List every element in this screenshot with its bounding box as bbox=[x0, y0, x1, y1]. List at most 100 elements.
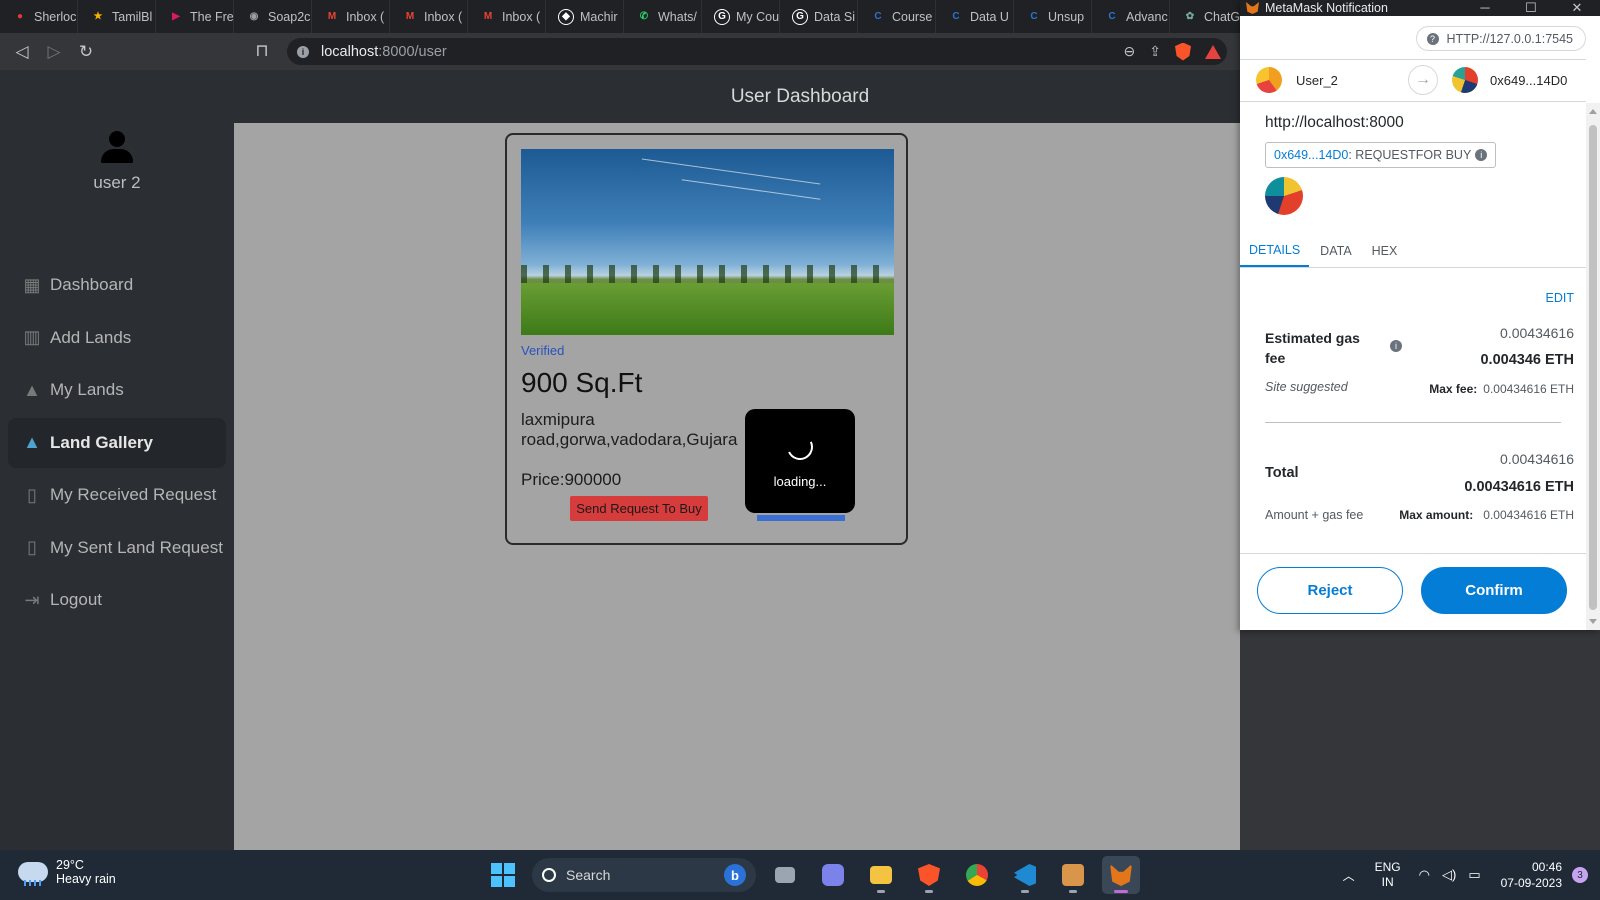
browser-tab[interactable]: ✿ ChatGP bbox=[1170, 0, 1240, 33]
scroll-up-icon[interactable] bbox=[1589, 109, 1597, 114]
tab-details[interactable]: DETAILS bbox=[1240, 234, 1310, 267]
browser-tab[interactable]: C Unsup bbox=[1014, 0, 1092, 33]
browser-tab[interactable]: G Data Si bbox=[780, 0, 858, 33]
info-icon[interactable]: i bbox=[1475, 149, 1488, 161]
scroll-down-icon[interactable] bbox=[1589, 619, 1597, 624]
package-app-icon[interactable] bbox=[1054, 856, 1092, 894]
browser-tab[interactable]: ◉ Soap2c bbox=[234, 0, 312, 33]
share-icon[interactable]: ⇪ bbox=[1149, 43, 1161, 60]
language-indicator[interactable]: ENG IN bbox=[1375, 860, 1401, 890]
receipt-icon: ▯ bbox=[27, 537, 37, 557]
back-icon[interactable]: ◁ bbox=[6, 36, 38, 68]
browser-tab-label: The Fre bbox=[190, 9, 233, 24]
browser-tab[interactable]: C Course bbox=[858, 0, 936, 33]
scrollbar-thumb[interactable] bbox=[1589, 125, 1597, 610]
browser-tab[interactable]: ▶ The Fre bbox=[156, 0, 234, 33]
volume-icon[interactable]: ◁) bbox=[1442, 867, 1456, 883]
avatar bbox=[1256, 67, 1282, 93]
browser-tab[interactable]: C Data U bbox=[936, 0, 1014, 33]
reject-button[interactable]: Reject bbox=[1257, 567, 1403, 614]
browser-tab[interactable]: ✆ Whats/ bbox=[624, 0, 702, 33]
sidebar: user 2 ▦ Dashboard ▥ Add Lands ▲ My Lands ▲ Lan… bbox=[0, 123, 234, 850]
battery-icon[interactable]: ▭ bbox=[1468, 867, 1480, 883]
browser-tab-label: Inbox ( bbox=[346, 9, 385, 24]
scrollbar[interactable] bbox=[1586, 103, 1600, 630]
brave-rewards-icon[interactable] bbox=[1205, 44, 1221, 59]
notification-badge[interactable]: 3 bbox=[1572, 867, 1588, 883]
favicon-icon: ▶ bbox=[172, 11, 180, 22]
reload-icon[interactable]: ↻ bbox=[70, 36, 102, 68]
confirm-button[interactable]: Confirm bbox=[1421, 567, 1567, 614]
arrow-right-icon: → bbox=[1408, 65, 1438, 95]
region-code: IN bbox=[1381, 875, 1394, 889]
windows-start-icon[interactable] bbox=[484, 856, 522, 894]
sidebar-item-my-lands[interactable]: ▲ My Lands bbox=[8, 365, 226, 415]
send-request-button[interactable]: Send Request To Buy bbox=[570, 496, 708, 521]
origin-url: http://localhost:8000 bbox=[1265, 114, 1404, 131]
tray-icons[interactable]: ◠ ◁) ▭ bbox=[1419, 867, 1481, 883]
browser-tab-label: Data Si bbox=[814, 9, 855, 24]
sidebar-item-my-received-request[interactable]: ▯ My Received Request bbox=[8, 470, 226, 520]
language-code: ENG bbox=[1374, 860, 1401, 874]
sidebar-item-logout[interactable]: ⇥ Logout bbox=[8, 575, 226, 625]
sidebar-item-my-sent-land-request[interactable]: ▯ My Sent Land Request bbox=[8, 523, 226, 573]
browser-tab[interactable]: M Inbox ( bbox=[312, 0, 390, 33]
sidebar-item-label: My Sent Land Request bbox=[50, 537, 223, 557]
browser-tab[interactable]: M Inbox ( bbox=[468, 0, 546, 33]
teams-chat-icon[interactable] bbox=[814, 856, 852, 894]
sidebar-menu: ▦ Dashboard ▥ Add Lands ▲ My Lands ▲ Land Galle… bbox=[8, 260, 226, 628]
browser-tab[interactable]: ★ TamilBl bbox=[78, 0, 156, 33]
tab-hex[interactable]: HEX bbox=[1363, 234, 1407, 267]
bing-icon[interactable]: b bbox=[724, 864, 746, 886]
favicon-icon: ◆ bbox=[558, 8, 574, 25]
contract-address-link[interactable]: 0x649...14D0 bbox=[1274, 148, 1348, 162]
max-amount: Max amount: 0.00434616 ETH bbox=[1399, 508, 1574, 522]
chevron-up-icon[interactable]: ︿ bbox=[1343, 867, 1355, 884]
forward-icon[interactable]: ▷ bbox=[38, 36, 70, 68]
brave-browser-icon[interactable] bbox=[910, 856, 948, 894]
site-info-icon[interactable]: i bbox=[297, 45, 309, 58]
metamask-app-icon[interactable] bbox=[1102, 856, 1140, 894]
close-icon[interactable]: ✕ bbox=[1554, 0, 1600, 16]
weather-widget[interactable]: 29°C Heavy rain bbox=[18, 858, 116, 886]
loading-overlay: loading... bbox=[745, 409, 855, 513]
edit-link[interactable]: EDIT bbox=[1546, 291, 1574, 305]
taskbar-search[interactable]: Search b bbox=[532, 858, 756, 892]
favicon-icon: ✆ bbox=[639, 11, 649, 22]
sidebar-item-add-lands[interactable]: ▥ Add Lands bbox=[8, 313, 226, 363]
favicon-icon: ● bbox=[16, 11, 24, 22]
avatar bbox=[1452, 67, 1478, 93]
network-selector[interactable]: ? HTTP://127.0.0.1:7545 bbox=[1415, 26, 1586, 51]
browser-tab-label: Unsup bbox=[1048, 9, 1085, 24]
file-explorer-icon[interactable] bbox=[862, 856, 900, 894]
task-view-icon[interactable] bbox=[766, 856, 804, 894]
sidebar-item-label: My Lands bbox=[50, 380, 124, 399]
clock[interactable]: 00:46 07-09-2023 bbox=[1501, 859, 1562, 891]
address-bar[interactable]: i localhost:8000/user ⊖ ⇪ bbox=[287, 38, 1227, 65]
browser-tab[interactable]: ● Sherloc bbox=[0, 0, 78, 33]
sidebar-item-dashboard[interactable]: ▦ Dashboard bbox=[8, 260, 226, 310]
minimize-icon[interactable]: ─ bbox=[1462, 0, 1508, 16]
gas-fee-label: Estimated gas fee bbox=[1265, 330, 1360, 366]
secondary-button[interactable] bbox=[757, 515, 845, 521]
gas-fee-primary: 0.004346 ETH bbox=[1480, 352, 1574, 368]
browser-tab-label: Whats/ bbox=[658, 9, 697, 24]
browser-tab[interactable]: C Advanc bbox=[1092, 0, 1170, 33]
vscode-icon[interactable] bbox=[1006, 856, 1044, 894]
sidebar-item-land-gallery[interactable]: ▲ Land Gallery bbox=[8, 417, 226, 468]
brave-shields-icon[interactable] bbox=[1175, 42, 1191, 61]
browser-tab[interactable]: ◆ Machir bbox=[546, 0, 624, 33]
browser-tab[interactable]: M Inbox ( bbox=[390, 0, 468, 33]
bookmark-icon[interactable]: ⊓ bbox=[246, 35, 278, 67]
browser-tab-label: Course bbox=[892, 9, 933, 24]
tab-data[interactable]: DATA bbox=[1311, 234, 1360, 267]
chrome-icon[interactable] bbox=[958, 856, 996, 894]
max-amount-value: 0.00434616 ETH bbox=[1483, 508, 1574, 522]
sidebar-item-label: Dashboard bbox=[50, 275, 134, 294]
wifi-icon[interactable]: ◠ bbox=[1419, 867, 1430, 883]
browser-tab[interactable]: G My Cou bbox=[702, 0, 780, 33]
info-icon[interactable]: i bbox=[1390, 340, 1402, 352]
url-path: :8000/user bbox=[378, 43, 447, 60]
maximize-icon[interactable]: ☐ bbox=[1508, 0, 1554, 16]
zoom-icon[interactable]: ⊖ bbox=[1124, 43, 1136, 60]
